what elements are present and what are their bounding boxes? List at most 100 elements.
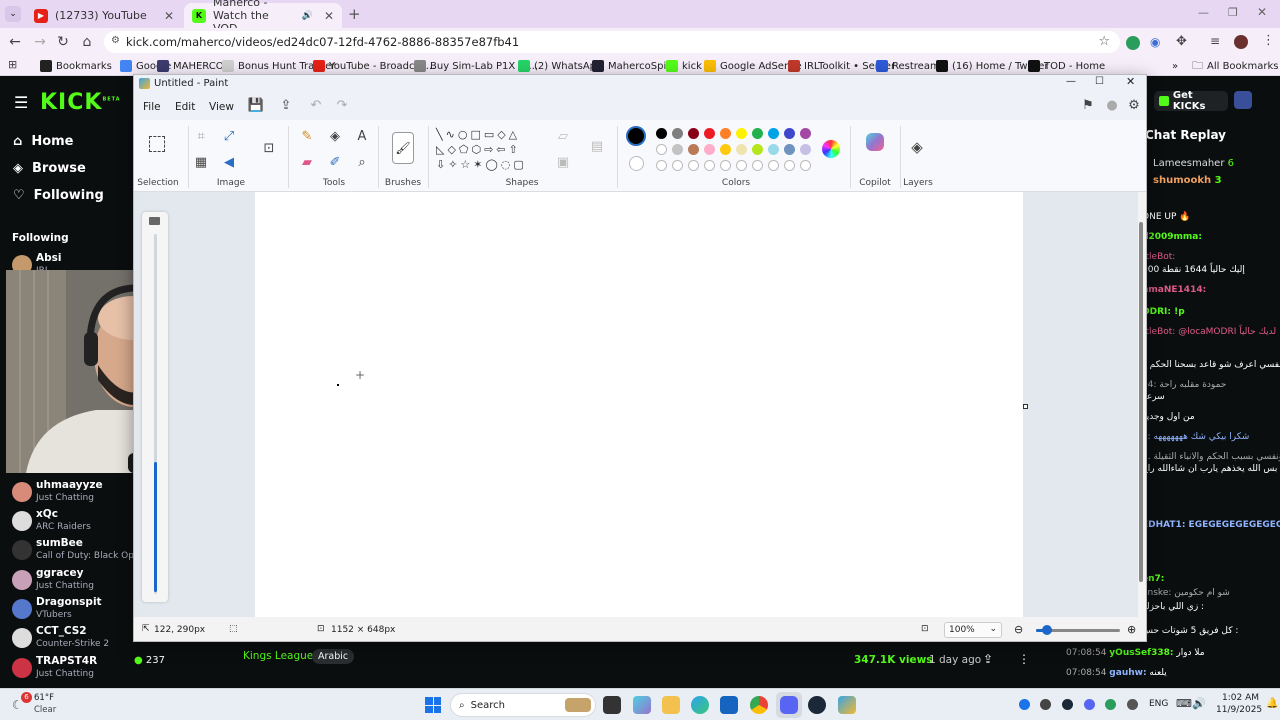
reload-icon[interactable]: ↻: [53, 33, 73, 51]
bookmark-item[interactable]: kick: [666, 58, 702, 74]
restore-icon[interactable]: ❐: [1228, 6, 1238, 19]
new-tab-button[interactable]: +: [348, 5, 361, 23]
brush-icon[interactable]: 🖌: [392, 132, 414, 164]
minimize-icon[interactable]: —: [1198, 6, 1209, 19]
category-link[interactable]: Kings League: [243, 650, 313, 662]
tray-icon[interactable]: [1105, 699, 1116, 710]
tray-icon[interactable]: [1127, 699, 1138, 710]
extension-icon[interactable]: [1126, 36, 1140, 50]
zoom-slider-thumb[interactable]: [1042, 625, 1052, 635]
profile-avatar[interactable]: [1234, 91, 1252, 109]
palette-color-swatch[interactable]: [784, 128, 795, 139]
nav-home[interactable]: ⌂ Home: [13, 134, 74, 149]
notifications-icon[interactable]: 🔔: [1266, 698, 1278, 709]
tray-icon[interactable]: [1019, 699, 1030, 710]
crop-icon[interactable]: ⌗: [192, 128, 210, 146]
following-item[interactable]: Dragonspit VTubers: [10, 596, 138, 625]
custom-color-slot[interactable]: [784, 160, 795, 171]
settings-icon[interactable]: ⚙: [1125, 97, 1143, 115]
tab-search-button[interactable]: ⌄: [5, 6, 21, 22]
avatar[interactable]: [1234, 35, 1248, 49]
drawing-canvas[interactable]: +: [255, 192, 1023, 617]
palette-color-swatch[interactable]: [768, 144, 779, 155]
palette-color-swatch[interactable]: [720, 144, 731, 155]
edit-colors-icon[interactable]: [822, 140, 840, 158]
network-icon[interactable]: ⌨: [1176, 697, 1192, 710]
language-indicator[interactable]: ENG: [1149, 699, 1168, 709]
palette-color-swatch[interactable]: [672, 144, 683, 155]
following-item[interactable]: xQc ARC Raiders: [10, 508, 138, 537]
steam-icon[interactable]: [808, 696, 826, 714]
shapes-gallery[interactable]: ╲∿○□▭◇△ ◺◇⬠⬡⇨⇦⇧ ⇩✧☆✶◯◌▢: [436, 127, 538, 173]
resize-icon[interactable]: ⤢: [220, 128, 238, 146]
language-tag[interactable]: Arabic: [312, 649, 355, 664]
pencil-icon[interactable]: ✎: [298, 128, 316, 146]
palette-color-swatch[interactable]: [672, 128, 683, 139]
custom-color-slot[interactable]: [688, 160, 699, 171]
selection-tool-icon[interactable]: [149, 136, 165, 152]
palette-color-swatch[interactable]: [800, 128, 811, 139]
palette-color-swatch[interactable]: [656, 128, 667, 139]
outlook-icon[interactable]: [720, 696, 738, 714]
menu-edit[interactable]: Edit: [175, 101, 195, 113]
bookmark-item[interactable]: TOD - Home: [1028, 58, 1105, 74]
following-item[interactable]: TRAPST4R Just Chatting: [10, 655, 138, 684]
taskbar-search[interactable]: ⌕ Search: [450, 693, 596, 717]
palette-color-swatch[interactable]: [704, 128, 715, 139]
forward-icon[interactable]: →: [30, 33, 50, 51]
custom-color-slot[interactable]: [720, 160, 731, 171]
text-icon[interactable]: A: [353, 128, 371, 146]
palette-color-swatch[interactable]: [752, 144, 763, 155]
undo-icon[interactable]: ↶: [307, 97, 325, 115]
clock-date[interactable]: 11/9/2025: [1216, 705, 1262, 715]
custom-color-slot[interactable]: [656, 160, 667, 171]
palette-color-swatch[interactable]: [720, 128, 731, 139]
kick-logo[interactable]: KICKBETA: [40, 90, 121, 115]
minimize-icon[interactable]: —: [1066, 76, 1076, 87]
save-icon[interactable]: 💾: [247, 97, 265, 115]
star-icon[interactable]: ☆: [1098, 34, 1110, 49]
account-icon[interactable]: ●: [1103, 97, 1121, 115]
redo-icon[interactable]: ↷: [333, 97, 351, 115]
palette-color-swatch[interactable]: [736, 144, 747, 155]
site-info-icon[interactable]: ⚙: [111, 35, 120, 46]
bookmark-item[interactable]: MAHERCO: [157, 58, 224, 74]
outline-icon[interactable]: ▱: [554, 128, 572, 146]
palette-color-swatch[interactable]: [656, 144, 667, 155]
color-picker-icon[interactable]: ✐: [326, 154, 344, 172]
chrome-icon[interactable]: [750, 696, 768, 714]
bookmark-item[interactable]: (2) WhatsApp: [518, 58, 602, 74]
menu-file[interactable]: File: [143, 101, 161, 113]
more-options-icon[interactable]: ⋮: [1018, 652, 1030, 666]
close-icon[interactable]: ✕: [324, 9, 334, 23]
image-edit-icon[interactable]: ⊡: [260, 140, 278, 158]
palette-color-swatch[interactable]: [768, 128, 779, 139]
zoom-out-icon[interactable]: ⊖: [1014, 623, 1023, 636]
tab-kick[interactable]: K Maherco - Watch the VOD 🔊 ✕: [184, 0, 342, 35]
zoom-select[interactable]: 100% ⌄: [944, 622, 1002, 638]
following-item[interactable]: CCT_CS2 Counter-Strike 2: [10, 625, 138, 654]
palette-color-swatch[interactable]: [704, 144, 715, 155]
palette-color-swatch[interactable]: [688, 144, 699, 155]
following-item[interactable]: ggracey Just Chatting: [10, 567, 138, 596]
volume-icon[interactable]: 🔊: [1192, 697, 1206, 710]
more-bookmarks-icon[interactable]: »: [1172, 58, 1178, 74]
nav-browse[interactable]: ◈ Browse: [13, 161, 86, 176]
fill-icon[interactable]: ◈: [326, 128, 344, 146]
custom-color-slot[interactable]: [800, 160, 811, 171]
hamburger-icon[interactable]: ☰: [14, 93, 28, 112]
following-item[interactable]: sumBee Call of Duty: Black Ops 6: [10, 537, 147, 566]
share-icon[interactable]: ⇪: [983, 652, 993, 666]
extensions-puzzle-icon[interactable]: ✥: [1176, 34, 1187, 49]
task-view-icon[interactable]: [603, 696, 621, 714]
tray-icon[interactable]: [1040, 699, 1051, 710]
rotate-icon[interactable]: ◀: [220, 154, 238, 172]
tray-icon[interactable]: [1084, 699, 1095, 710]
discord-icon[interactable]: [776, 692, 802, 718]
menu-icon[interactable]: ⋮: [1262, 33, 1275, 48]
copilot-app-icon[interactable]: [633, 696, 651, 714]
bookmark-item[interactable]: MahercoSpin: [592, 58, 673, 74]
canvas-resize-handle[interactable]: [1023, 404, 1028, 409]
file-explorer-icon[interactable]: [662, 696, 680, 714]
feedback-icon[interactable]: ⚑: [1079, 97, 1097, 115]
